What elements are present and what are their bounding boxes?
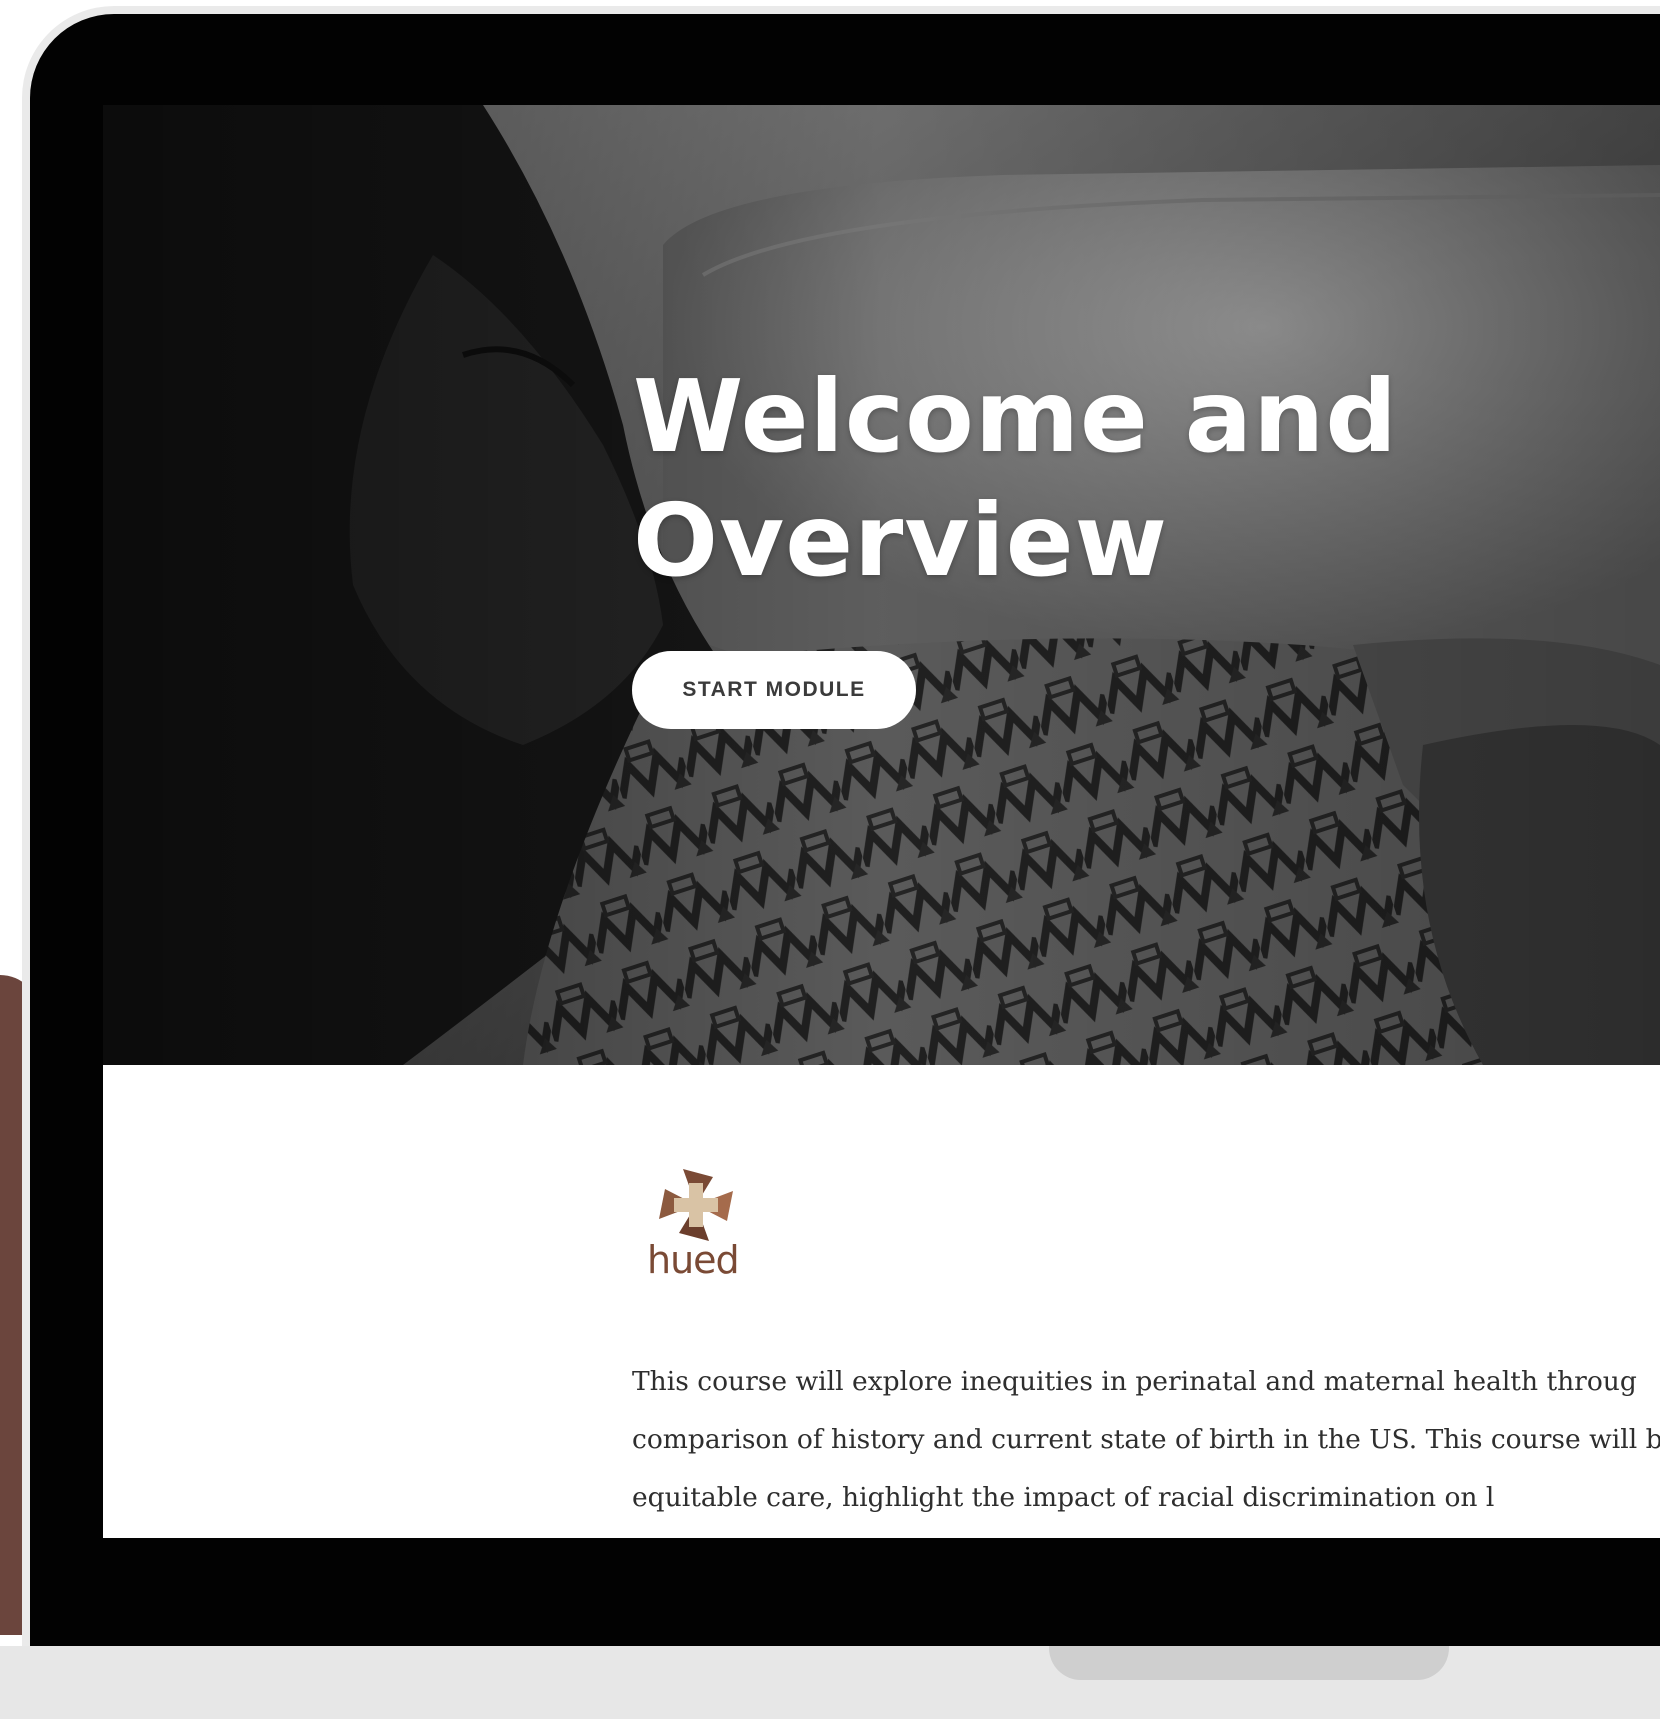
logo-wordmark: hued (647, 1238, 740, 1282)
module-content: hued This course will explore inequities… (103, 1065, 1660, 1538)
pinwheel-logo-icon (659, 1169, 733, 1241)
laptop-notch (1049, 1646, 1449, 1680)
laptop-mockup-stage: Welcome and Overview START MODULE hued T… (0, 0, 1660, 1719)
hero-banner: Welcome and Overview START MODULE (103, 105, 1660, 1065)
start-module-button[interactable]: START MODULE (632, 651, 916, 729)
hued-logo: hued (643, 1165, 763, 1283)
page-title: Welcome and Overview (633, 358, 1398, 599)
course-description: This course will explore inequities in p… (632, 1366, 1660, 1513)
laptop-screen: Welcome and Overview START MODULE hued T… (103, 105, 1660, 1538)
